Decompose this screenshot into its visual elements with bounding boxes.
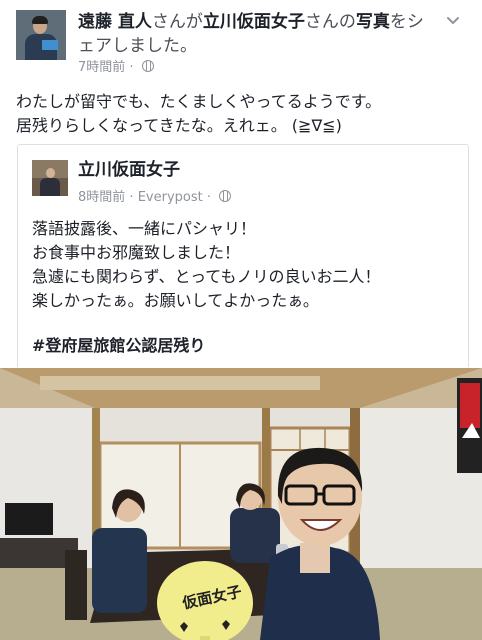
hashtag-link[interactable]: #登府屋旅館公認居残り <box>32 334 205 358</box>
post-text-line: 居残りらしくなってきたな。えれェ。 (≧∇≦) <box>16 116 342 135</box>
target-page-link[interactable]: 立川仮面女子 <box>203 12 305 32</box>
shared-avatar[interactable] <box>32 160 68 196</box>
post-header: 遠藤 直人さんが立川仮面女子さんの写真をシ ェアしました。 7時間前 · <box>0 0 482 80</box>
shared-timestamp[interactable]: 8時間前 <box>78 190 125 205</box>
meta-separator: · <box>129 190 134 205</box>
shared-text: 落語披露後、一緒にパシャリ！ お食事中お邪魔致しました！ 急遽にも関わらず、とっ… <box>32 217 452 313</box>
globe-icon <box>219 190 232 202</box>
action-text-a: をシ <box>389 12 424 32</box>
shared-post-card[interactable]: 立川仮面女子 8時間前 · Everypost · 落語披露後、一緒にパシャリ！… <box>17 144 469 367</box>
photo-illustration: 仮面女子 <box>0 368 482 640</box>
via-app-link[interactable]: Everypost <box>138 190 203 205</box>
post-meta: 7時間前 · <box>78 59 154 77</box>
san-label-2: さんの <box>304 12 356 32</box>
post-text-line: わたしが留守でも、たくましくやってるようです。 <box>16 92 382 111</box>
author-avatar[interactable] <box>16 10 66 60</box>
shared-author-name[interactable]: 立川仮面女子 <box>78 158 180 182</box>
meta-separator: · <box>129 60 134 75</box>
post-timestamp[interactable]: 7時間前 <box>78 60 125 75</box>
globe-icon <box>141 60 154 72</box>
post-headline: 遠藤 直人さんが立川仮面女子さんの写真をシ <box>78 10 438 34</box>
photo-link[interactable]: 写真 <box>356 12 390 32</box>
shared-text-line: 楽しかったぁ。お願いしてよかったぁ。 <box>32 291 319 310</box>
shared-text-line: 落語披露後、一緒にパシャリ！ <box>32 219 257 238</box>
shared-photo[interactable]: 仮面女子 <box>0 368 482 640</box>
shared-text-line: お食事中お邪魔致しました！ <box>32 243 241 262</box>
chevron-down-icon[interactable] <box>446 14 460 28</box>
post-headline-cont: ェアしました。 <box>78 36 197 56</box>
san-label: さんが <box>151 12 203 32</box>
author-name-link[interactable]: 遠藤 直人 <box>78 12 152 32</box>
shared-text-line: 急遽にも関わらず、とってもノリの良いお二人！ <box>32 267 381 286</box>
meta-separator: · <box>206 190 212 205</box>
post-body: わたしが留守でも、たくましくやってるようです。 居残りらしくなってきたな。えれェ… <box>16 90 466 138</box>
shared-meta: 8時間前 · Everypost · <box>78 189 232 207</box>
